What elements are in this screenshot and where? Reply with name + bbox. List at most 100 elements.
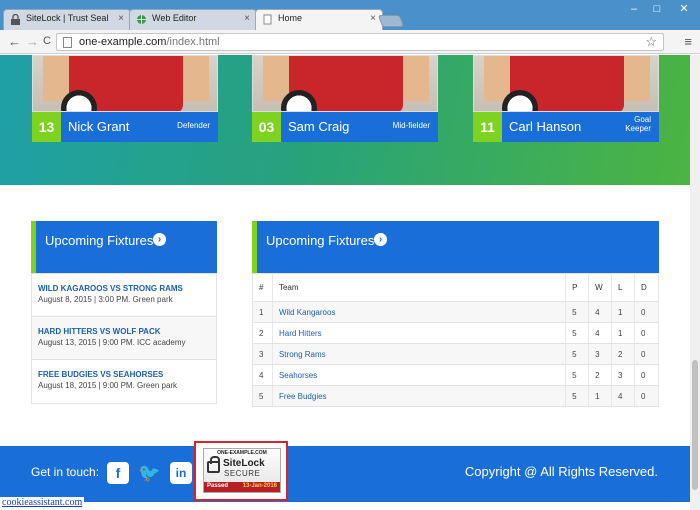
bookmark-star-icon[interactable]: ☆ <box>645 34 657 50</box>
list-item[interactable]: FREE BUDGIES VS SEAHORSES August 18, 201… <box>32 360 216 403</box>
tab-home[interactable]: Home × <box>255 9 383 30</box>
won-cell: 1 <box>588 385 613 407</box>
seal-brand: SiteLock <box>223 458 265 469</box>
fixture-title[interactable]: WILD KAGAROOS VS STRONG RAMS <box>38 284 216 293</box>
sitelock-seal-highlight: ONE-EXAMPLE.COM SiteLock SECURE Passed 1… <box>194 441 288 501</box>
arrow-right-icon[interactable]: › <box>374 233 387 246</box>
arrow-right-icon[interactable]: › <box>153 233 166 246</box>
players-section: 13 Nick Grant Defender 03 Sam Craig Mid-… <box>0 55 690 185</box>
rank-cell: 2 <box>252 322 273 344</box>
page-icon <box>263 14 272 25</box>
address-bar[interactable]: one-example.com/index.html ☆ <box>56 33 664 51</box>
won-cell: 4 <box>588 301 613 323</box>
list-item[interactable]: HARD HITTERS VS WOLF PACK August 13, 201… <box>32 317 216 360</box>
team-link[interactable]: Seahorses <box>272 364 567 386</box>
player-photo <box>252 55 438 112</box>
page-icon <box>63 37 72 48</box>
tab-web-editor[interactable]: Web Editor × <box>129 9 257 30</box>
lost-cell: 4 <box>611 385 635 407</box>
padlock-icon <box>207 456 220 473</box>
reload-icon[interactable]: C <box>43 35 51 47</box>
fixture-title[interactable]: HARD HITTERS VS WOLF PACK <box>38 327 216 336</box>
cookie-assistant-link[interactable]: cookieassistant.com <box>0 497 85 508</box>
fixtures-list: WILD KAGAROOS VS STRONG RAMS August 8, 2… <box>31 273 217 404</box>
played-cell: 5 <box>565 385 590 407</box>
globe-icon <box>137 15 146 24</box>
seal-status-bar: Passed 13-Jan-2016 <box>204 482 280 492</box>
column-header: D <box>634 273 659 302</box>
scrollbar-thumb[interactable] <box>692 360 698 490</box>
won-cell: 4 <box>588 322 613 344</box>
won-cell: 2 <box>588 364 613 386</box>
table-row: 4 Seahorses 5 2 3 0 <box>252 364 659 386</box>
lost-cell: 1 <box>611 301 635 323</box>
column-header: W <box>588 273 613 302</box>
seal-passed-label: Passed <box>207 483 229 489</box>
twitter-icon[interactable]: 🐦 <box>138 462 160 484</box>
column-header: # <box>252 273 273 302</box>
rank-cell: 3 <box>252 343 273 365</box>
column-header: L <box>611 273 635 302</box>
played-cell: 5 <box>565 301 590 323</box>
standings-table: # Team P W L D 1 Wild Kangaroos 5 4 1 0 … <box>252 273 659 407</box>
fixture-detail: August 13, 2015 | 9:00 PM. ICC academy <box>38 338 186 347</box>
drawn-cell: 0 <box>634 385 659 407</box>
fixture-detail: August 18, 2015 | 9:00 PM. Green park <box>38 381 178 390</box>
table-row: 1 Wild Kangaroos 5 4 1 0 <box>252 301 659 323</box>
browser-tab-bar: SiteLock | Trust Seal × Web Editor × Hom… <box>0 0 700 30</box>
player-photo <box>473 55 659 112</box>
player-number: 03 <box>252 112 281 142</box>
lock-icon <box>11 14 20 25</box>
won-cell: 3 <box>588 343 613 365</box>
facebook-icon[interactable]: f <box>107 462 129 484</box>
linkedin-icon[interactable]: in <box>170 462 192 484</box>
menu-icon[interactable]: ≡ <box>684 34 692 49</box>
fixture-title[interactable]: FREE BUDGIES VS SEAHORSES <box>38 370 216 379</box>
fixtures-header: Upcoming Fixtures › <box>31 221 217 273</box>
tab-close-icon[interactable]: × <box>118 13 124 24</box>
tab-label: Home <box>278 13 303 23</box>
drawn-cell: 0 <box>634 322 659 344</box>
maximize-button[interactable]: □ <box>645 2 669 18</box>
minimize-button[interactable]: – <box>622 2 646 18</box>
forward-icon[interactable]: → <box>26 34 39 49</box>
page-viewport: 13 Nick Grant Defender 03 Sam Craig Mid-… <box>0 55 690 510</box>
played-cell: 5 <box>565 343 590 365</box>
fixture-detail: August 8, 2015 | 3:00 PM. Green park <box>38 295 173 304</box>
fixtures-title: Upcoming Fixtures <box>45 233 154 248</box>
drawn-cell: 0 <box>634 301 659 323</box>
player-card[interactable]: 03 Sam Craig Mid-fielder <box>252 55 438 142</box>
played-cell: 5 <box>565 364 590 386</box>
tab-close-icon[interactable]: × <box>370 13 376 24</box>
player-name: Nick Grant <box>68 119 130 134</box>
player-card[interactable]: 11 Carl Hanson Goal Keeper <box>473 55 659 142</box>
rank-cell: 4 <box>252 364 273 386</box>
team-link[interactable]: Wild Kangaroos <box>272 301 567 323</box>
sitelock-seal[interactable]: ONE-EXAMPLE.COM SiteLock SECURE Passed 1… <box>203 448 281 493</box>
seal-date: 13-Jan-2016 <box>242 483 277 489</box>
player-number: 11 <box>473 112 502 142</box>
team-link[interactable]: Strong Rams <box>272 343 567 365</box>
new-tab-button[interactable] <box>377 15 405 27</box>
rank-cell: 5 <box>252 385 273 407</box>
team-link[interactable]: Hard Hitters <box>272 322 567 344</box>
team-link[interactable]: Free Budgies <box>272 385 567 407</box>
back-icon[interactable]: ← <box>8 34 21 49</box>
tab-close-icon[interactable]: × <box>244 13 250 24</box>
player-position: Defender <box>177 121 210 130</box>
seal-secure-label: SECURE <box>224 469 261 478</box>
get-in-touch-label: Get in touch: <box>31 465 100 479</box>
standings-title: Upcoming Fixtures <box>266 233 375 248</box>
table-row: 5 Free Budgies 5 1 4 0 <box>252 385 659 407</box>
player-number: 13 <box>32 112 61 142</box>
tab-sitelock[interactable]: SiteLock | Trust Seal × <box>3 9 131 30</box>
column-header: Team <box>272 273 567 302</box>
list-item[interactable]: WILD KAGAROOS VS STRONG RAMS August 8, 2… <box>32 274 216 317</box>
player-card[interactable]: 13 Nick Grant Defender <box>32 55 218 142</box>
player-position: Goal Keeper <box>625 115 651 133</box>
vertical-scrollbar[interactable] <box>690 55 700 510</box>
close-window-button[interactable]: ✕ <box>672 2 696 18</box>
site-footer: Get in touch: f 🐦 in Copyright @ All Rig… <box>0 446 690 502</box>
table-header-row: # Team P W L D <box>252 273 659 302</box>
tab-label: SiteLock | Trust Seal <box>26 13 109 23</box>
